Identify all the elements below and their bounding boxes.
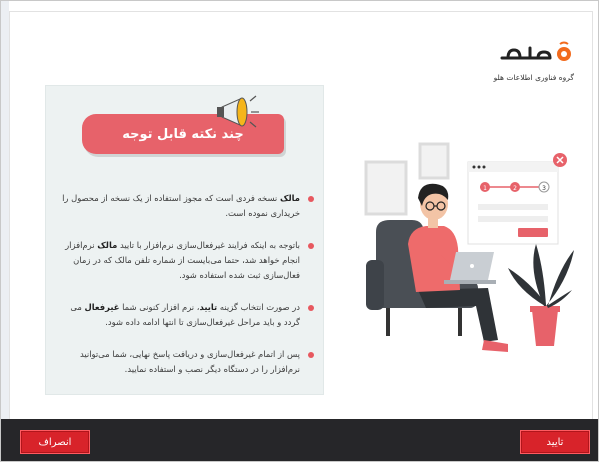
note-owner-phone: باتوجه به اینکه فرایند غیرفعال‌سازی نرم‌… <box>60 238 314 283</box>
potted-plant-icon <box>508 244 574 346</box>
note-bold-text: مالک <box>97 240 118 250</box>
note-text: باتوجه به اینکه فرایند غیرفعال‌سازی نرم‌… <box>117 240 300 250</box>
note-text: نسخه فردی است که مجوز استفاده از یک نسخه… <box>62 193 300 218</box>
logo-mark <box>500 40 574 70</box>
cancel-button[interactable]: انصراف <box>20 430 90 454</box>
wall-frame-left <box>364 160 408 216</box>
note-reinstall: پس از اتمام غیرفعال‌سازی و دریافت پاسخ ن… <box>60 347 314 377</box>
note-confirm-effect: در صورت انتخاب گزینه تایید، نرم افزار کن… <box>60 300 314 330</box>
wall-frame-right <box>418 142 450 180</box>
notes-list: مالک نسخه فردی است که مجوز استفاده از یک… <box>60 191 314 394</box>
svg-text:2: 2 <box>513 185 517 192</box>
bullet-icon <box>308 352 314 358</box>
note-text: پس از اتمام غیرفعال‌سازی و دریافت پاسخ ن… <box>79 349 300 374</box>
megaphone-icon <box>217 95 259 128</box>
bullet-icon <box>308 196 314 202</box>
note-text: ، نرم افزار کنونی شما <box>119 302 200 312</box>
svg-text:1: 1 <box>483 185 487 192</box>
holoo-logo-icon <box>500 41 571 61</box>
note-text: در صورت انتخاب گزینه <box>217 302 300 312</box>
note-bold-text: تایید <box>199 302 218 312</box>
person-laptop-illustration: 1 2 3 <box>364 142 574 352</box>
note-owner-definition: مالک نسخه فردی است که مجوز استفاده از یک… <box>60 191 314 221</box>
dialog-window: گروه فناوری اطلاعات هلو چند نکته قابل تو… <box>0 0 599 462</box>
footer-bar: انصراف تایید <box>1 419 598 461</box>
bullet-icon <box>308 243 314 249</box>
confirm-button[interactable]: تایید <box>520 430 590 454</box>
note-bold-text: غیرفعال <box>84 302 120 312</box>
bullet-icon <box>308 305 314 311</box>
dialog-content: گروه فناوری اطلاعات هلو چند نکته قابل تو… <box>9 11 593 423</box>
brand-logo: گروه فناوری اطلاعات هلو <box>464 40 574 82</box>
logo-tagline: گروه فناوری اطلاعات هلو <box>493 73 574 82</box>
note-bold-text: مالک <box>279 193 300 203</box>
notes-panel: چند نکته قابل توجه مالک نسخه فردی است که… <box>45 85 324 395</box>
svg-text:3: 3 <box>542 185 546 192</box>
floating-browser-window: 1 2 3 <box>467 161 559 245</box>
window-left-edge <box>1 1 9 461</box>
